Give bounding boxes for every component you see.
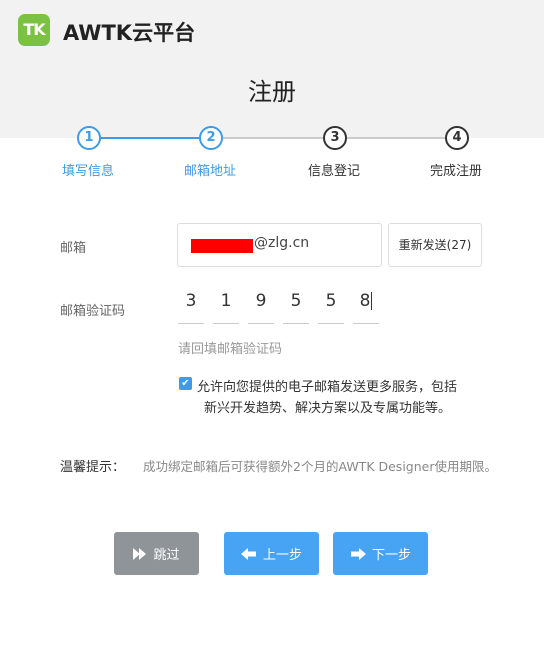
arrow-left-icon <box>240 547 256 560</box>
code-digit-1[interactable]: 3 <box>178 289 204 324</box>
checkmark-icon: ✔ <box>181 378 190 389</box>
resend-button[interactable]: 重新发送(27) <box>388 223 482 267</box>
code-digit-1-value: 3 <box>185 291 197 311</box>
code-digit-4[interactable]: 5 <box>283 289 309 324</box>
awtk-logo-icon: TK <box>18 14 50 46</box>
fast-forward-icon <box>133 547 147 560</box>
next-step-button[interactable]: 下一步 <box>333 532 428 575</box>
step-connector-3 <box>334 137 456 139</box>
step-4-circle: 4 <box>445 126 469 150</box>
consent-text-line-1: 允许向您提供的电子邮箱发送更多服务，包括 <box>197 380 458 395</box>
step-1-circle: 1 <box>77 126 101 150</box>
step-connector-2 <box>210 137 334 139</box>
code-digit-2[interactable]: 1 <box>213 289 239 324</box>
step-4-label: 完成注册 <box>429 164 482 179</box>
code-digit-5-value: 5 <box>325 291 337 311</box>
page-title: 注册 <box>248 78 296 106</box>
step-2-circle: 2 <box>199 126 223 150</box>
brand-name: AWTK云平台 <box>63 21 196 45</box>
code-digit-6-value: 8 <box>359 291 371 311</box>
step-1-label: 填写信息 <box>61 164 114 179</box>
next-step-label: 下一步 <box>371 548 411 563</box>
code-digit-4-value: 5 <box>290 291 302 311</box>
email-field[interactable]: @zlg.cn <box>177 223 382 267</box>
tip-label: 温馨提示： <box>60 460 126 475</box>
step-3-label: 信息登记 <box>307 164 360 179</box>
consent-checkbox[interactable]: ✔ <box>179 377 192 390</box>
email-label: 邮箱 <box>60 241 87 256</box>
code-digit-2-value: 1 <box>220 291 232 311</box>
step-3-circle: 3 <box>323 126 347 150</box>
consent-text-line-2: 新兴开发趋势、解决方案以及专属功能等。 <box>204 401 452 416</box>
skip-button-label: 跳过 <box>153 548 180 563</box>
skip-button[interactable]: 跳过 <box>114 532 199 575</box>
text-cursor <box>371 292 373 310</box>
arrow-right-icon <box>350 547 366 560</box>
previous-step-label: 上一步 <box>262 548 302 563</box>
code-digit-3-value: 9 <box>255 291 267 311</box>
tip-text: 成功绑定邮箱后可获得额外2个月的AWTK Designer使用期限。 <box>143 459 497 474</box>
step-2-label: 邮箱地址 <box>183 164 236 179</box>
code-digit-3[interactable]: 9 <box>248 289 274 324</box>
code-digit-6[interactable]: 8 <box>353 289 379 324</box>
step-connector-1 <box>88 137 210 139</box>
code-label: 邮箱验证码 <box>60 304 126 319</box>
header-bar: TK AWTK云平台 注册 <box>0 0 544 138</box>
email-suffix: @zlg.cn <box>254 235 310 251</box>
redacted-email-prefix <box>191 239 253 253</box>
code-hint: 请回填邮箱验证码 <box>178 342 283 357</box>
code-digit-5[interactable]: 5 <box>318 289 344 324</box>
previous-step-button[interactable]: 上一步 <box>224 532 319 575</box>
